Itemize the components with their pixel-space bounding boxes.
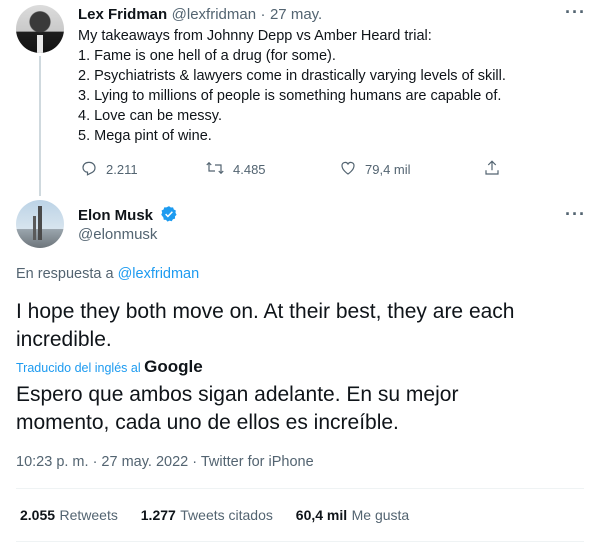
tweet-line: 5. Mega pint of wine. <box>78 128 212 144</box>
like-button[interactable]: 79,4 mil <box>339 159 411 180</box>
more-icon[interactable]: ··· <box>565 204 586 225</box>
quotes-label: Tweets citados <box>180 507 273 523</box>
more-icon[interactable]: ··· <box>565 2 586 23</box>
header-separator: · <box>260 6 266 23</box>
tweet-stats: 2.055 Retweets 1.277 Tweets citados 60,4… <box>20 507 409 525</box>
translation-line: Espero que ambos sigan adelante. En su m… <box>16 383 459 406</box>
tweet-line: incredible. <box>16 328 112 351</box>
retweet-icon <box>205 159 225 180</box>
reply-prefix: En respuesta a <box>16 266 114 282</box>
tweet-line: 4. Love can be messy. <box>78 108 223 124</box>
like-count: 79,4 mil <box>365 162 411 177</box>
translation-text: Espero que ambos sigan adelante. En su m… <box>16 381 458 437</box>
likes-number: 60,4 mil <box>295 507 348 523</box>
main-author-name[interactable]: Elon Musk <box>78 207 153 224</box>
likes-stat[interactable]: 60,4 mil Me gusta <box>296 507 409 524</box>
tweet-line: 2. Psychiatrists & lawyers come in drast… <box>78 68 506 84</box>
tweet-line: I hope they both move on. At their best,… <box>16 300 515 323</box>
main-author-handle[interactable]: @elonmusk <box>78 226 157 243</box>
quotes-number: 1.277 <box>140 507 176 523</box>
reply-context: En respuesta a @lexfridman <box>16 266 199 282</box>
retweets-stat[interactable]: 2.055 Retweets <box>20 507 122 524</box>
reply-count: 2.211 <box>106 162 138 177</box>
reply-button[interactable]: 2.211 <box>80 159 138 180</box>
retweet-button[interactable]: 4.485 <box>205 159 266 180</box>
tweet-line: 1. Fame is one hell of a drug (for some)… <box>78 48 336 64</box>
tweet-timestamp[interactable]: 10:23 p. m. · 27 may. 2022 · Twitter for… <box>16 454 314 470</box>
retweets-number: 2.055 <box>20 507 56 523</box>
translated-label: Traducido del inglés al <box>16 361 141 375</box>
main-author: Elon Musk <box>78 205 178 228</box>
elon-avatar[interactable] <box>16 200 64 248</box>
parent-tweet-text: My takeaways from Johnny Depp vs Amber H… <box>78 26 506 146</box>
parent-author-handle[interactable]: @lexfridman <box>172 6 256 23</box>
retweets-label: Retweets <box>59 507 118 523</box>
likes-label: Me gusta <box>351 507 410 523</box>
main-tweet-text: I hope they both move on. At their best,… <box>16 298 514 354</box>
retweet-count: 4.485 <box>233 162 266 177</box>
divider <box>16 488 584 489</box>
quotes-stat[interactable]: 1.277 Tweets citados <box>141 507 278 524</box>
tweet-line: My takeaways from Johnny Depp vs Amber H… <box>78 28 432 44</box>
parent-author-name[interactable]: Lex Fridman <box>78 6 167 23</box>
lex-avatar[interactable] <box>16 5 64 53</box>
like-icon <box>339 159 357 180</box>
tweet-line: 3. Lying to millions of people is someth… <box>78 88 502 104</box>
thread-line <box>39 56 41 196</box>
translated-by[interactable]: Traducido del inglés al Google <box>16 357 203 377</box>
reply-icon <box>80 159 98 180</box>
google-logo: Google <box>144 357 203 376</box>
verified-icon <box>160 205 178 228</box>
translation-line: momento, cada uno de ellos es increíble. <box>16 411 399 434</box>
reply-to-link[interactable]: @lexfridman <box>118 266 200 282</box>
share-icon[interactable] <box>483 159 501 182</box>
parent-header: Lex Fridman @lexfridman · 27 may. <box>78 6 322 24</box>
parent-date[interactable]: 27 may. <box>270 6 322 23</box>
